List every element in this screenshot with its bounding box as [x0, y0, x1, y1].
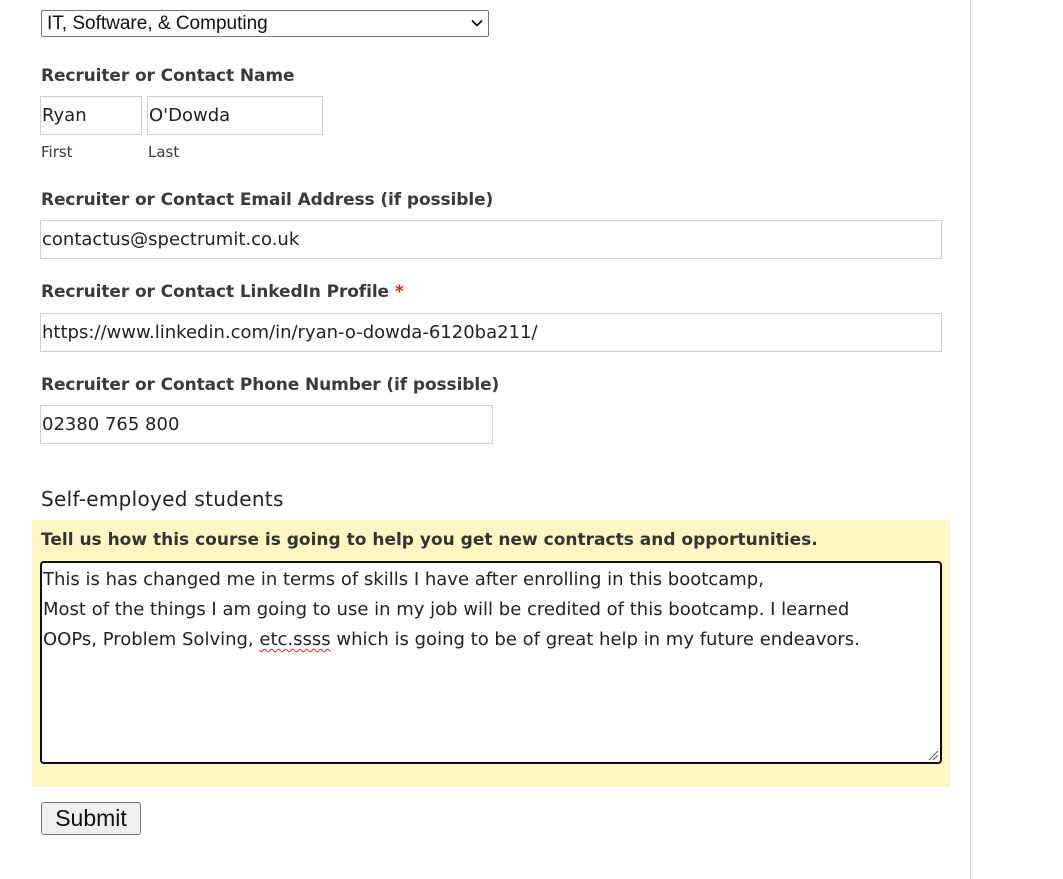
form-panel: IT, Software, & Computing Recruiter or C…	[0, 0, 971, 879]
answer-line-3-end: which is going to be of great help in my…	[330, 629, 860, 650]
self-employed-answer-textarea[interactable]: This is has changed me in terms of skill…	[40, 561, 942, 764]
first-name-sublabel: First	[41, 143, 73, 161]
contact-linkedin-label: Recruiter or Contact LinkedIn Profile *	[41, 282, 404, 302]
contact-phone-label: Recruiter or Contact Phone Number (if po…	[41, 375, 500, 395]
last-name-input[interactable]: O'Dowda	[147, 96, 323, 135]
answer-line-1: This is has changed me in terms of skill…	[43, 569, 764, 590]
contact-phone-input[interactable]: 02380 765 800	[40, 405, 493, 444]
self-employed-heading: Self-employed students	[41, 487, 284, 511]
resize-grip-icon[interactable]	[927, 749, 939, 761]
industry-select-value: IT, Software, & Computing	[47, 13, 268, 34]
contact-name-label: Recruiter or Contact Name	[41, 66, 295, 86]
answer-line-3-start: OOPs, Problem Solving,	[43, 629, 260, 650]
industry-select[interactable]: IT, Software, & Computing	[41, 10, 489, 37]
misspelled-word: etc.ssss	[259, 629, 331, 650]
required-marker: *	[395, 282, 404, 302]
first-name-input[interactable]: Ryan	[40, 96, 142, 135]
last-name-sublabel: Last	[148, 143, 180, 161]
answer-line-3: OOPs, Problem Solving, etc.ssss which is…	[43, 625, 940, 655]
chevron-down-icon	[471, 19, 483, 27]
answer-line-2: Most of the things I am going to use in …	[43, 599, 850, 620]
submit-button[interactable]: Submit	[41, 802, 141, 835]
contact-linkedin-input[interactable]: https://www.linkedin.com/in/ryan-o-dowda…	[40, 313, 942, 352]
self-employed-question-label: Tell us how this course is going to help…	[41, 530, 818, 550]
contact-email-input[interactable]: contactus@spectrumit.co.uk	[40, 220, 942, 259]
contact-linkedin-label-text: Recruiter or Contact LinkedIn Profile	[41, 282, 389, 302]
contact-email-label: Recruiter or Contact Email Address (if p…	[41, 190, 494, 210]
page: IT, Software, & Computing Recruiter or C…	[0, 0, 1063, 879]
